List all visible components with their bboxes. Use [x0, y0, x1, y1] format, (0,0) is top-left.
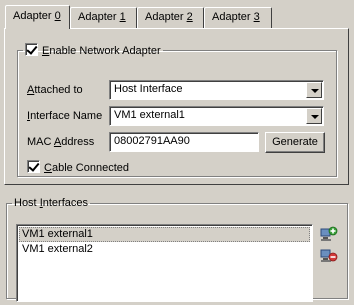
enable-label: nable Network Adapter	[49, 45, 161, 57]
attached-to-value: Host Interface	[114, 83, 183, 95]
tab-label: Adapter	[78, 11, 120, 23]
attached-to-label: Attached to	[27, 84, 83, 96]
mac-address-value: 08002791AA90	[114, 135, 190, 147]
host-interfaces-list[interactable]: VM1 external1 VM1 external2	[16, 224, 313, 302]
tab-label-accel: 2	[186, 11, 193, 23]
list-item[interactable]: VM1 external1	[19, 227, 310, 242]
mac-label-pre: MAC	[27, 136, 54, 148]
attached-label-text: ttached to	[34, 84, 83, 96]
cable-connected-checkbox[interactable]: Cable Connected	[27, 160, 129, 174]
tab-adapter-0[interactable]: Adapter 0	[5, 5, 70, 29]
generate-button[interactable]: Generate	[265, 132, 325, 153]
host-interfaces-group: Host Interfaces VM1 external1 VM1 extern…	[6, 197, 348, 302]
chevron-down-icon[interactable]	[306, 108, 322, 124]
interface-name-value: VM1 external1	[114, 109, 185, 121]
list-item[interactable]: VM1 external2	[19, 242, 310, 257]
adapter-panel: Enable Network Adapter Attached to Host …	[4, 28, 349, 185]
iface-label-text: nterface Name	[30, 110, 103, 122]
host-title-text: nterfaces	[42, 197, 88, 209]
enable-adapter-group: Enable Network Adapter Attached to Host …	[17, 43, 337, 177]
checkbox-check-icon	[27, 160, 40, 173]
host-title-pre: Host	[14, 197, 40, 209]
tab-adapter-3[interactable]: Adapter 3	[204, 7, 272, 28]
tab-label: Adapter	[13, 10, 55, 22]
cable-label-text: able Connected	[51, 162, 130, 174]
checkbox-check-icon	[25, 43, 38, 56]
chevron-down-icon[interactable]	[306, 82, 322, 98]
remove-interface-icon[interactable]	[320, 247, 338, 263]
interface-name-label: Interface Name	[27, 110, 102, 122]
host-interfaces-title: Host Interfaces	[12, 197, 90, 209]
tab-label-accel: 1	[119, 11, 126, 23]
enable-adapter-checkbox[interactable]: Enable Network Adapter	[23, 43, 163, 57]
attached-to-select[interactable]: Host Interface	[109, 80, 324, 100]
tab-label-accel: 3	[253, 11, 260, 23]
tab-label: Adapter	[212, 11, 254, 23]
cable-label-accel: C	[44, 162, 52, 174]
interface-name-select[interactable]: VM1 external1	[109, 106, 324, 126]
mac-label-text: ddress	[61, 136, 95, 148]
add-interface-icon[interactable]	[320, 226, 338, 242]
tab-adapter-1[interactable]: Adapter 1	[70, 7, 137, 28]
tab-label-accel: 0	[54, 10, 61, 22]
mac-address-field[interactable]: 08002791AA90	[109, 132, 259, 152]
tab-adapter-2[interactable]: Adapter 2	[137, 7, 204, 28]
tab-label: Adapter	[145, 11, 187, 23]
mac-address-label: MAC Address	[27, 136, 94, 148]
